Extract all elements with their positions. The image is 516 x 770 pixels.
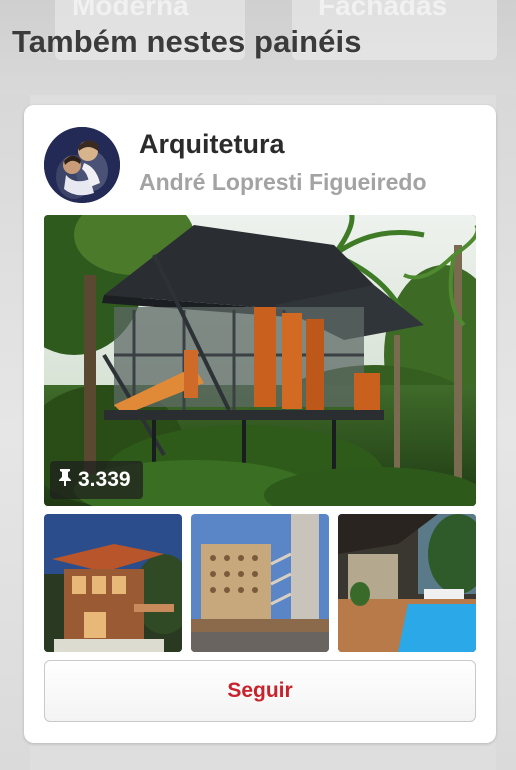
board-title[interactable]: Arquitetura — [139, 129, 285, 160]
pin-count-badge: 3.339 — [50, 461, 143, 499]
background-board-label: Fachadas — [318, 0, 448, 21]
avatar-image — [44, 127, 120, 203]
wooden-house-photo — [44, 514, 182, 652]
board-thumbnail[interactable] — [191, 514, 329, 652]
board-card[interactable]: Arquitetura André Lopresti Figueiredo 3.… — [24, 105, 496, 743]
background-board-label: Moderna — [72, 0, 189, 21]
pool-house-photo — [338, 514, 476, 652]
board-thumbnail[interactable] — [338, 514, 476, 652]
pushpin-icon — [58, 468, 72, 492]
pin-count: 3.339 — [78, 468, 131, 491]
background-side-right — [496, 95, 516, 770]
concrete-building-photo — [191, 514, 329, 652]
board-owner[interactable]: André Lopresti Figueiredo — [139, 169, 427, 196]
board-cover-image[interactable]: 3.339 — [44, 215, 476, 506]
section-title: Também nestes painéis — [12, 24, 362, 59]
avatar[interactable] — [44, 127, 120, 203]
follow-button[interactable]: Seguir — [44, 660, 476, 722]
board-thumbnail[interactable] — [44, 514, 182, 652]
